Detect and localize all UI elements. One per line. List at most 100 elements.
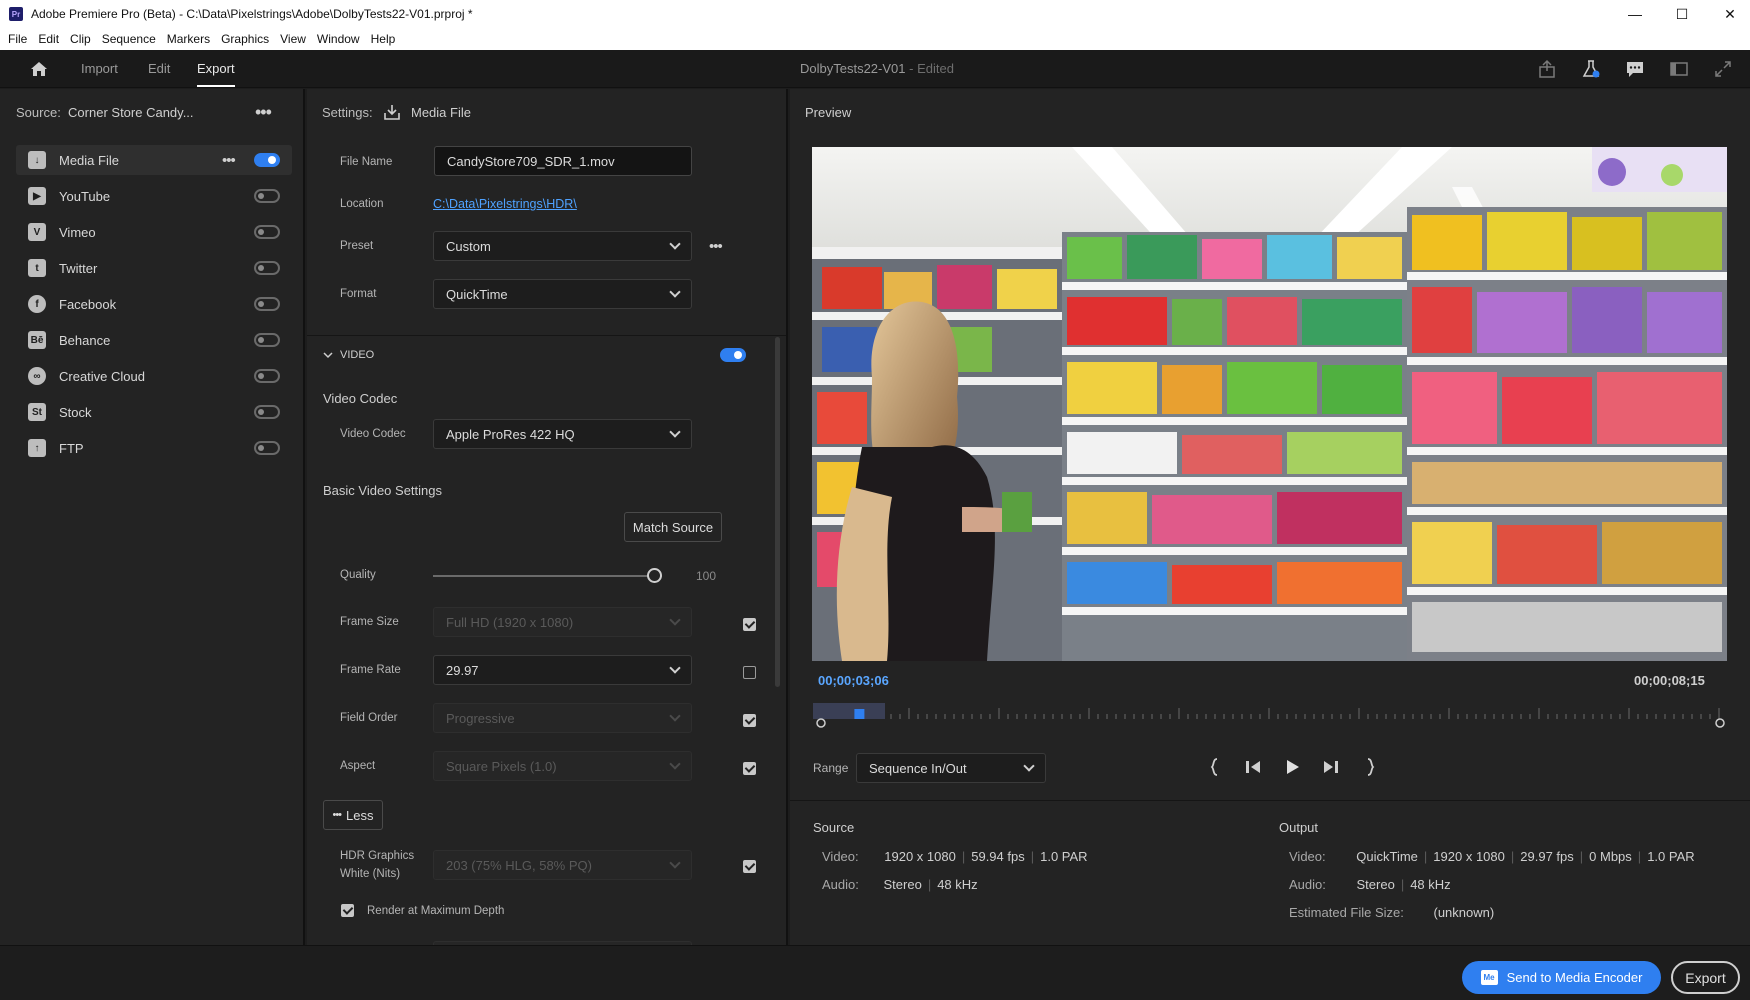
- hdr-white-match-checkbox[interactable]: [743, 860, 756, 873]
- field-order-match-checkbox[interactable]: [743, 714, 756, 727]
- feedback-icon[interactable]: [1625, 59, 1645, 79]
- quality-slider-track[interactable]: [433, 575, 662, 577]
- creative-cloud-icon: ∞: [28, 367, 46, 385]
- source-audio-rate: 48 kHz: [937, 877, 978, 892]
- send-to-media-encoder-button[interactable]: Me Send to Media Encoder: [1462, 961, 1661, 994]
- source-more-icon[interactable]: •••: [255, 103, 272, 121]
- ftp-toggle[interactable]: [254, 441, 280, 455]
- basic-video-settings-header: Basic Video Settings: [323, 483, 442, 498]
- location-link[interactable]: C:\Data\Pixelstrings\HDR\: [433, 197, 577, 211]
- behance-toggle[interactable]: [254, 333, 280, 347]
- render-max-depth-checkbox[interactable]: [341, 904, 354, 917]
- destination-youtube[interactable]: ▶ YouTube: [16, 181, 292, 211]
- destination-vimeo[interactable]: V Vimeo: [16, 217, 292, 247]
- format-value: QuickTime: [446, 286, 508, 302]
- media-file-more-icon[interactable]: •••: [222, 153, 236, 168]
- tab-edit[interactable]: Edit: [148, 61, 170, 76]
- stock-toggle[interactable]: [254, 405, 280, 419]
- chevron-down-icon: [1023, 760, 1035, 772]
- in-point-handle[interactable]: [816, 718, 826, 728]
- vimeo-toggle[interactable]: [254, 225, 280, 239]
- progress-flask-icon[interactable]: [1581, 59, 1601, 79]
- quality-slider-handle[interactable]: [647, 568, 662, 583]
- frame-size-value: Full HD (1920 x 1080): [446, 614, 574, 630]
- menu-window[interactable]: Window: [317, 32, 360, 46]
- destination-media-file[interactable]: ↓ Media File •••: [16, 145, 292, 175]
- destination-twitter[interactable]: t Twitter: [16, 253, 292, 283]
- preset-dropdown[interactable]: Custom: [433, 231, 692, 261]
- video-toggle[interactable]: [720, 348, 746, 362]
- menu-file[interactable]: File: [8, 32, 27, 46]
- in-out-range-bar[interactable]: [813, 703, 885, 719]
- destination-ftp[interactable]: ↑ FTP: [16, 433, 292, 463]
- home-icon[interactable]: [29, 59, 49, 79]
- step-forward-icon[interactable]: [1321, 757, 1341, 777]
- creative-cloud-toggle[interactable]: [254, 369, 280, 383]
- hdr-white-dropdown[interactable]: 203 (75% HLG, 58% PQ): [433, 850, 692, 880]
- frame-size-match-checkbox[interactable]: [743, 618, 756, 631]
- twitter-toggle[interactable]: [254, 261, 280, 275]
- video-section-header[interactable]: VIDEO: [340, 349, 374, 361]
- tab-import[interactable]: Import: [81, 61, 118, 76]
- menu-edit[interactable]: Edit: [38, 32, 59, 46]
- menu-markers[interactable]: Markers: [167, 32, 210, 46]
- settings-panel: Settings: Media File File Name CandyStor…: [307, 89, 788, 945]
- destination-label: FTP: [59, 440, 84, 456]
- settings-row: Settings:: [322, 105, 373, 120]
- format-dropdown[interactable]: QuickTime: [433, 279, 692, 309]
- more-dots-icon: •••: [332, 809, 342, 821]
- out-point-handle[interactable]: [1715, 718, 1725, 728]
- aspect-match-checkbox[interactable]: [743, 762, 756, 775]
- destination-facebook[interactable]: f Facebook: [16, 289, 292, 319]
- less-button[interactable]: ••• Less: [323, 800, 383, 830]
- playhead[interactable]: [854, 709, 865, 719]
- export-footer: Me Send to Media Encoder Export: [0, 945, 1750, 1000]
- frame-rate-match-checkbox[interactable]: [743, 666, 756, 679]
- range-dropdown[interactable]: Sequence In/Out: [856, 753, 1046, 783]
- menu-sequence[interactable]: Sequence: [102, 32, 156, 46]
- facebook-toggle[interactable]: [254, 297, 280, 311]
- output-audio-label: Audio:: [1289, 877, 1326, 892]
- match-source-button[interactable]: Match Source: [624, 512, 722, 542]
- menu-view[interactable]: View: [280, 32, 306, 46]
- output-format: QuickTime: [1356, 849, 1418, 864]
- current-timecode[interactable]: 00;00;03;06: [818, 673, 889, 688]
- export-button[interactable]: Export: [1671, 961, 1740, 994]
- destination-creative-cloud[interactable]: ∞ Creative Cloud: [16, 361, 292, 391]
- frame-size-dropdown[interactable]: Full HD (1920 x 1080): [433, 607, 692, 637]
- media-file-toggle[interactable]: [254, 153, 280, 167]
- file-name-input[interactable]: CandyStore709_SDR_1.mov: [434, 146, 692, 176]
- destination-label: Behance: [59, 332, 111, 348]
- tab-export[interactable]: Export: [197, 61, 235, 87]
- menu-clip[interactable]: Clip: [70, 32, 91, 46]
- chevron-down-icon[interactable]: [322, 349, 334, 361]
- mark-out-icon[interactable]: [1360, 757, 1380, 777]
- settings-scrollbar[interactable]: [775, 337, 780, 687]
- close-button[interactable]: ✕: [1710, 0, 1750, 28]
- panel-layout-icon[interactable]: [1669, 59, 1689, 79]
- source-resolution: 1920 x 1080: [884, 849, 956, 864]
- maximize-button[interactable]: ☐: [1662, 0, 1702, 28]
- timeline-scrubber[interactable]: [813, 700, 1727, 730]
- video-codec-dropdown[interactable]: Apple ProRes 422 HQ: [433, 419, 692, 449]
- fullscreen-icon[interactable]: [1713, 59, 1733, 79]
- menu-help[interactable]: Help: [371, 32, 396, 46]
- preset-more-icon[interactable]: •••: [709, 239, 723, 254]
- youtube-toggle[interactable]: [254, 189, 280, 203]
- play-icon[interactable]: [1282, 757, 1302, 777]
- minimize-button[interactable]: —: [1615, 0, 1655, 28]
- download-icon: ↓: [28, 151, 46, 169]
- preview-video-frame: [812, 147, 1727, 661]
- mark-in-icon[interactable]: [1205, 757, 1225, 777]
- range-label: Range: [813, 761, 849, 775]
- field-order-label: Field Order: [340, 712, 398, 724]
- step-back-icon[interactable]: [1243, 757, 1263, 777]
- field-order-dropdown[interactable]: Progressive: [433, 703, 692, 733]
- shelf-unit-right: [1407, 207, 1727, 661]
- frame-rate-dropdown[interactable]: 29.97: [433, 655, 692, 685]
- menu-graphics[interactable]: Graphics: [221, 32, 269, 46]
- aspect-dropdown[interactable]: Square Pixels (1.0): [433, 751, 692, 781]
- destination-stock[interactable]: St Stock: [16, 397, 292, 427]
- share-icon[interactable]: [1537, 59, 1557, 79]
- destination-behance[interactable]: Bē Behance: [16, 325, 292, 355]
